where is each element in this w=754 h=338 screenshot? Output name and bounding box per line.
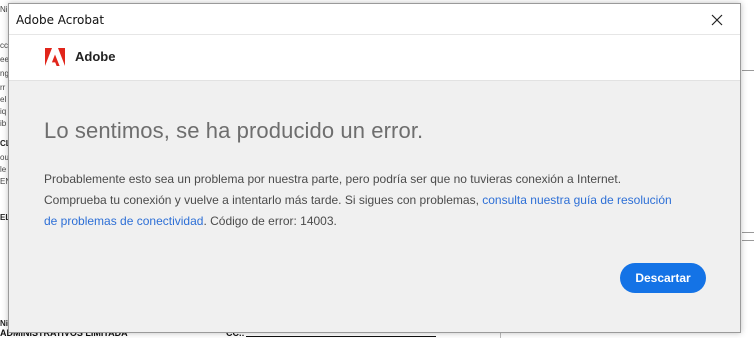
error-heading: Lo sentimos, se ha producido un error. [44, 118, 424, 143]
close-button[interactable] [694, 4, 740, 35]
bg-text-fragment: le [0, 165, 7, 174]
brand-name: Adobe [75, 49, 116, 64]
window-title: Adobe Acrobat [16, 13, 105, 27]
error-message: Probablemente esto sea un problema por n… [44, 169, 684, 232]
dialog-content: Lo sentimos, se ha producido un error. P… [9, 81, 740, 332]
bg-text-fragment: cc [0, 41, 8, 50]
bg-signature-line [246, 336, 436, 337]
error-dialog: Adobe Acrobat Adobe Lo sentimos, se ha p… [8, 3, 741, 333]
bg-rule [742, 232, 754, 233]
dialog-titlebar: Adobe Acrobat [9, 4, 740, 35]
bg-text-fragment: ib [0, 119, 7, 128]
error-code-text: . Código de error: 14003. [203, 214, 337, 228]
bg-rule [742, 240, 754, 241]
bg-text-fragment: el [0, 95, 7, 104]
bg-text-fragment: Ni [0, 5, 8, 14]
dismiss-button[interactable]: Descartar [620, 263, 706, 293]
brand-header: Adobe [9, 35, 740, 81]
bg-rule [742, 70, 754, 71]
adobe-logo-icon [45, 48, 65, 66]
background-document-right [740, 0, 754, 338]
bg-text-fragment: rr [0, 83, 6, 92]
close-icon [711, 14, 723, 25]
bg-text-fragment: iq [0, 107, 7, 116]
